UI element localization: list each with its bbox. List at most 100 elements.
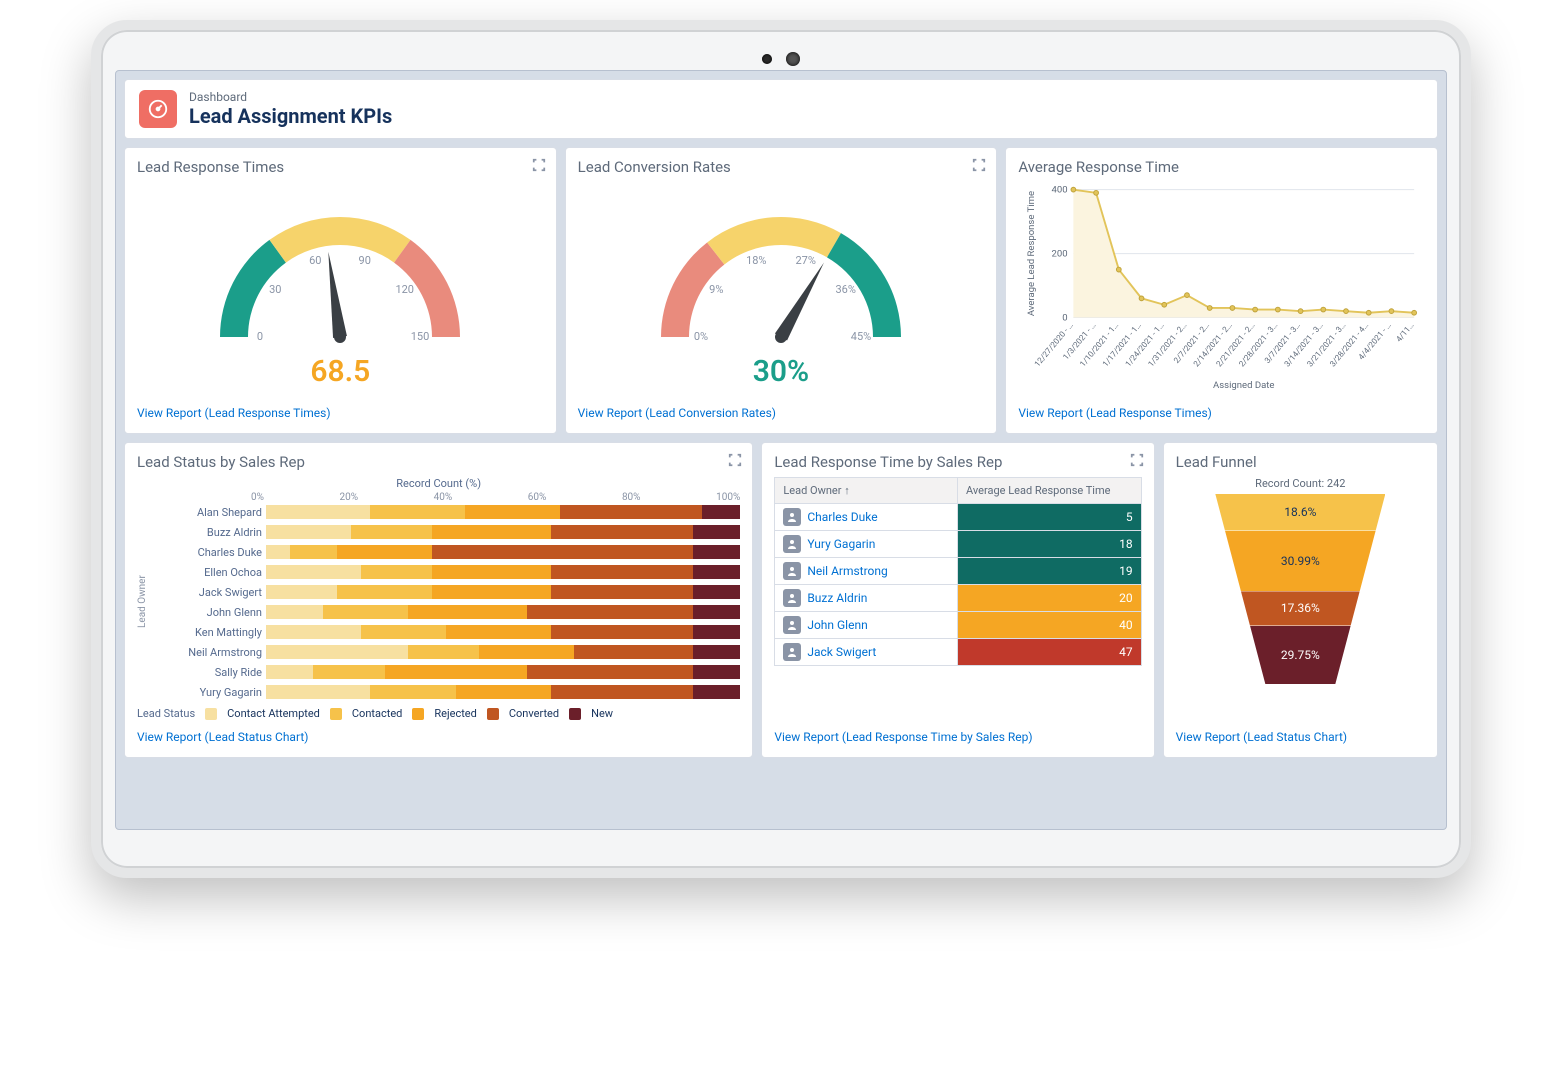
bar-segment	[693, 625, 740, 639]
card-average-response-time: Average Response Time 0200400Average Lea…	[1005, 147, 1438, 434]
owner-link[interactable]: John Glenn	[775, 612, 958, 638]
bar-segment	[385, 665, 527, 679]
stacked-bar-row: Charles Duke	[152, 543, 740, 561]
camera-strip	[115, 44, 1447, 70]
page-header: Dashboard Lead Assignment KPIs	[124, 79, 1438, 139]
report-link-rt-by-rep[interactable]: View Report (Lead Response Time by Sales…	[774, 730, 1032, 744]
svg-text:4/11…: 4/11…	[1394, 320, 1416, 344]
bar-track	[266, 585, 740, 599]
row-label: Alan Shepard	[152, 506, 262, 519]
report-link-funnel[interactable]: View Report (Lead Status Chart)	[1176, 730, 1347, 744]
card-response-time-by-rep: Lead Response Time by Sales Rep Lead Own…	[761, 442, 1154, 758]
bar-segment	[408, 605, 527, 619]
card-lead-status-by-rep: Lead Status by Sales Rep Record Count (%…	[124, 442, 753, 758]
bar-segment	[266, 625, 361, 639]
bar-segment	[266, 565, 361, 579]
svg-text:60: 60	[309, 254, 321, 267]
legend-swatch	[330, 708, 342, 720]
funnel-body: Record Count: 242 18.6%30.99%17.36%29.75…	[1176, 477, 1425, 720]
svg-text:400: 400	[1052, 185, 1068, 196]
table-row: Jack Swigert 47	[774, 639, 1141, 666]
bar-fill	[958, 531, 1141, 557]
expand-icon[interactable]	[530, 156, 548, 174]
col-lead-owner[interactable]: Lead Owner ↑	[775, 478, 958, 503]
owner-link[interactable]: Charles Duke	[775, 504, 958, 530]
line-chart-body: 0200400Average Lead Response Time12/27/2…	[1018, 182, 1425, 396]
stacked-bar-body: Record Count (%) 0%20%40%60%80%100% Lead…	[137, 477, 740, 720]
funnel-label: 30.99%	[1281, 554, 1320, 568]
bar-segment	[266, 525, 351, 539]
dashboard-screen: Dashboard Lead Assignment KPIs Lead Resp…	[115, 70, 1447, 830]
line-chart-svg: 0200400Average Lead Response Time12/27/2…	[1018, 182, 1425, 392]
x-tick: 100%	[716, 492, 740, 503]
stacked-bar-row: Ellen Ochoa	[152, 563, 740, 581]
owner-link[interactable]: Neil Armstrong	[775, 558, 958, 584]
funnel-label: 29.75%	[1281, 648, 1320, 662]
table-row: Buzz Aldrin20	[774, 585, 1141, 612]
gauge-value: 68.5	[310, 354, 370, 389]
legend-swatch	[205, 708, 217, 720]
bar-track	[266, 685, 740, 699]
row-label: Charles Duke	[152, 546, 262, 559]
table-header: Lead Owner ↑ Average Lead Response Time	[774, 477, 1141, 504]
expand-icon[interactable]	[1128, 451, 1146, 469]
report-link-response-times[interactable]: View Report (Lead Response Times)	[137, 406, 331, 420]
expand-icon[interactable]	[970, 156, 988, 174]
owner-link[interactable]: Jack Swigert	[775, 639, 958, 665]
legend-label: Rejected	[434, 707, 476, 720]
report-link-conversion-rates[interactable]: View Report (Lead Conversion Rates)	[578, 406, 776, 420]
x-tick: 20%	[340, 492, 359, 503]
bar-segment	[693, 565, 740, 579]
person-icon	[783, 616, 801, 634]
gauge-response: 0306090120150 68.5	[137, 182, 544, 396]
owner-link[interactable]: Buzz Aldrin	[775, 585, 958, 611]
bar-fill	[958, 639, 1141, 665]
svg-text:Assigned Date: Assigned Date	[1213, 380, 1274, 391]
camera-lens	[786, 52, 800, 66]
card-lead-conversion-rates: Lead Conversion Rates 0%9%18%27%36%45% 3…	[565, 147, 998, 434]
value-label: 5	[1126, 510, 1133, 524]
funnel-segment: 29.75%	[1250, 626, 1351, 684]
value-label: 40	[1119, 618, 1133, 632]
value-label: 18	[1119, 537, 1133, 551]
svg-text:120: 120	[396, 283, 415, 296]
bar-segment	[560, 505, 702, 519]
page-eyebrow: Dashboard	[189, 90, 392, 104]
bar-segment	[408, 645, 479, 659]
owner-link[interactable]: Yury Gagarin	[775, 531, 958, 557]
bar-segment	[693, 685, 740, 699]
table-row: Neil Armstrong 19	[774, 558, 1141, 585]
report-link-avg-response[interactable]: View Report (Lead Response Times)	[1018, 406, 1212, 420]
bar-fill	[958, 558, 1141, 584]
legend-swatch	[569, 708, 581, 720]
x-axis-title: Record Count (%)	[137, 477, 740, 490]
report-link-status-chart[interactable]: View Report (Lead Status Chart)	[137, 730, 308, 744]
svg-text:9%: 9%	[709, 283, 723, 296]
bar-segment	[266, 685, 370, 699]
bar-segment	[351, 525, 432, 539]
value-label: 47	[1119, 645, 1133, 659]
rt-table-body: Lead Owner ↑ Average Lead Response Time …	[774, 477, 1141, 720]
bar-segment	[313, 665, 384, 679]
x-ticks: 0%20%40%60%80%100%	[251, 492, 740, 503]
value-label: 19	[1119, 564, 1133, 578]
bar-segment	[693, 545, 740, 559]
funnel-label: 17.36%	[1281, 601, 1320, 615]
expand-icon[interactable]	[726, 451, 744, 469]
stacked-bar-row: Sally Ride	[152, 663, 740, 681]
page-title: Lead Assignment KPIs	[189, 104, 392, 128]
bar-segment	[361, 625, 446, 639]
bar-segment	[446, 625, 550, 639]
card-title: Lead Status by Sales Rep	[137, 453, 740, 471]
top-row: Lead Response Times 0306090120150 68.5 V…	[124, 147, 1438, 434]
rt-rows: Charles Duke 5 Yury Gagarin 18 Neil Armstron…	[774, 504, 1141, 666]
bar-track	[266, 625, 740, 639]
bar-fill	[958, 585, 1141, 611]
funnel-segment: 18.6%	[1215, 494, 1385, 531]
bottom-row: Lead Status by Sales Rep Record Count (%…	[124, 442, 1438, 758]
row-label: Ken Mattingly	[152, 626, 262, 639]
x-tick: 40%	[434, 492, 453, 503]
svg-text:27%: 27%	[795, 254, 815, 267]
bar-segment	[693, 665, 740, 679]
bar-segment	[266, 545, 290, 559]
